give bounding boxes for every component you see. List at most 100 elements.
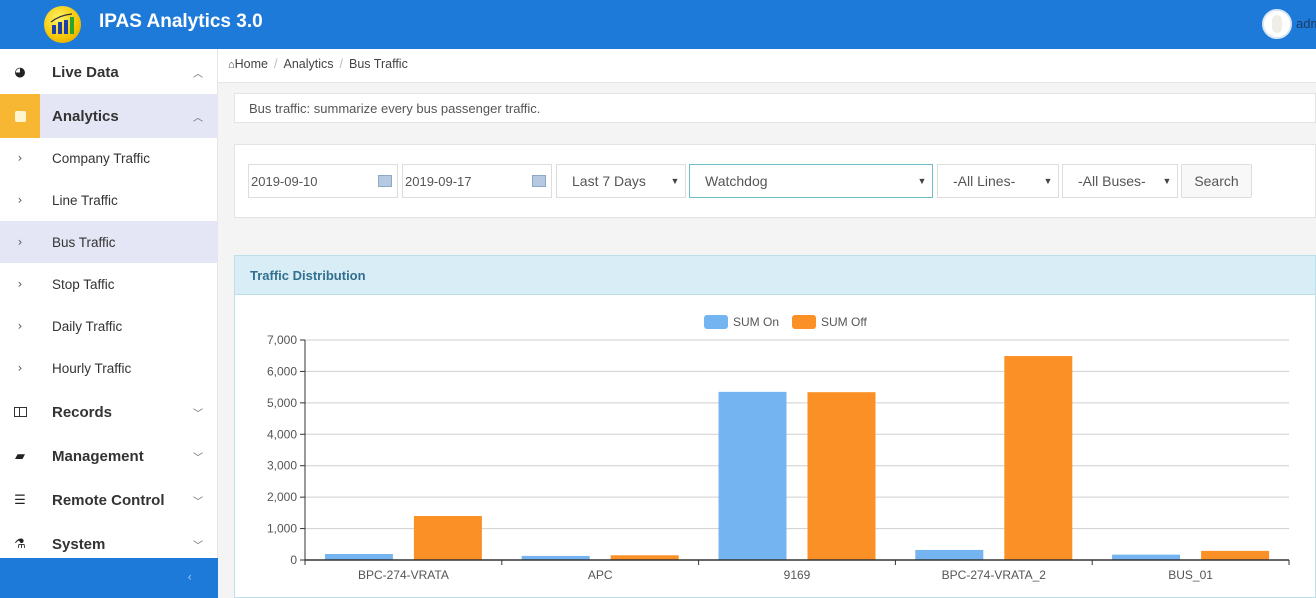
home-icon: ⌂ bbox=[228, 59, 235, 71]
y-tick-label: 4,000 bbox=[267, 427, 297, 441]
divider bbox=[218, 82, 1316, 83]
sidebar-group-live-data[interactable]: ◕ Live Data ︿ bbox=[0, 50, 218, 94]
legend-label: SUM On bbox=[733, 315, 779, 329]
caret-down-icon: ▼ bbox=[1162, 176, 1172, 186]
company-select[interactable]: Watchdog ▼ bbox=[689, 164, 933, 198]
sidebar-group-label: Records bbox=[52, 403, 113, 421]
x-tick-label: BPC-274-VRATA_2 bbox=[942, 568, 1047, 582]
chevron-right-icon: › bbox=[17, 193, 23, 207]
list-icon: ☰ bbox=[14, 492, 26, 508]
legend-label: SUM Off bbox=[821, 315, 867, 329]
bar-sum-off bbox=[1201, 550, 1270, 560]
breadcrumb-analytics[interactable]: Analytics bbox=[283, 57, 333, 71]
x-tick-label: BPC-274-VRATA bbox=[358, 568, 449, 582]
sidebar-collapse-button[interactable]: ‹ bbox=[0, 558, 218, 598]
chevron-right-icon: › bbox=[17, 277, 23, 291]
sidebar-item-label: Company Traffic bbox=[52, 150, 151, 166]
sidebar-group-label: Analytics bbox=[52, 107, 119, 125]
sidebar-item-label: Daily Traffic bbox=[52, 318, 123, 334]
app-title: IPAS Analytics 3.0 bbox=[99, 11, 263, 32]
chevron-right-icon: › bbox=[17, 151, 23, 165]
bar-chart: 0 1,000 2,000 3,000 4,000 5,000 6,000 7,000 BPC… bbox=[267, 315, 1290, 582]
y-tick-label: 0 bbox=[290, 553, 297, 567]
search-button[interactable]: Search bbox=[1181, 164, 1252, 198]
sidebar-item-daily-traffic[interactable]: › Daily Traffic bbox=[0, 305, 218, 347]
bar-sum-on bbox=[718, 391, 787, 560]
sidebar-group-label: Remote Control bbox=[52, 491, 165, 509]
chart-legend: SUM On SUM Off bbox=[704, 315, 867, 329]
company-value: Watchdog bbox=[705, 173, 768, 189]
chart-gridlines bbox=[305, 339, 1289, 530]
book-icon: ▰ bbox=[15, 448, 25, 464]
y-axis-ticks: 0 1,000 2,000 3,000 4,000 5,000 6,000 7,000 bbox=[267, 333, 306, 567]
caret-down-icon: ▼ bbox=[670, 176, 680, 186]
x-tick-label: APC bbox=[588, 568, 613, 582]
calendar-icon[interactable] bbox=[378, 175, 392, 187]
sidebar-group-management[interactable]: ▰ Management ﹀ bbox=[0, 434, 218, 478]
legend-swatch bbox=[792, 315, 816, 329]
breadcrumb-current: Bus Traffic bbox=[349, 57, 408, 71]
description-text: Bus traffic: summarize every bus passeng… bbox=[249, 101, 541, 116]
sidebar-item-label: Hourly Traffic bbox=[52, 360, 132, 376]
chevron-right-icon: › bbox=[17, 319, 23, 333]
panel-title: Traffic Distribution bbox=[250, 268, 366, 283]
top-navbar: IPAS Analytics 3.0 admin bbox=[0, 0, 1316, 49]
chart-bars bbox=[324, 356, 1270, 560]
chevron-down-icon: ﹀ bbox=[193, 540, 203, 552]
legend-swatch bbox=[704, 315, 728, 329]
edit-icon bbox=[0, 94, 40, 138]
calendar-icon[interactable] bbox=[532, 175, 546, 187]
user-name[interactable]: admin bbox=[1296, 16, 1316, 31]
range-select[interactable]: Last 7 Days ▼ bbox=[556, 164, 686, 198]
line-select[interactable]: -All Lines- ▼ bbox=[937, 164, 1059, 198]
x-axis: BPC-274-VRATA APC 9169 BPC-274-VRATA_2 BUS_0… bbox=[304, 559, 1290, 582]
y-tick-label: 7,000 bbox=[267, 333, 297, 347]
chevron-down-icon: ﹀ bbox=[193, 408, 203, 420]
bar-sum-on bbox=[1112, 554, 1181, 560]
bar-sum-on bbox=[324, 554, 393, 560]
breadcrumb-home-label: Home bbox=[234, 57, 268, 71]
start-date-input[interactable]: 2019-09-10 bbox=[248, 164, 398, 198]
line-value: -All Lines- bbox=[953, 173, 1016, 189]
start-date-value: 2019-09-10 bbox=[251, 173, 318, 189]
bar-sum-off bbox=[1004, 356, 1073, 560]
y-tick-label: 1,000 bbox=[267, 522, 297, 536]
dashboard-icon: ◕ bbox=[14, 64, 26, 80]
x-tick-label: BUS_01 bbox=[1168, 568, 1213, 582]
end-date-value: 2019-09-17 bbox=[405, 173, 472, 189]
caret-down-icon: ▼ bbox=[1043, 176, 1053, 186]
bus-value: -All Buses- bbox=[1078, 173, 1146, 189]
sidebar-item-line-traffic[interactable]: › Line Traffic bbox=[0, 179, 218, 221]
sidebar-group-remote-control[interactable]: ☰ Remote Control ﹀ bbox=[0, 478, 218, 522]
sidebar-item-hourly-traffic[interactable]: › Hourly Traffic bbox=[0, 347, 218, 389]
columns-icon bbox=[0, 390, 40, 434]
sidebar-group-label: Management bbox=[52, 447, 144, 465]
y-tick-label: 2,000 bbox=[267, 490, 297, 504]
sidebar: ◕ Live Data ︿ Analytics ︿ › Company Traf… bbox=[0, 49, 218, 598]
caret-down-icon: ▼ bbox=[917, 176, 927, 186]
sidebar-item-label: Stop Taffic bbox=[52, 276, 115, 292]
y-tick-label: 5,000 bbox=[267, 396, 297, 410]
sidebar-item-bus-traffic[interactable]: › Bus Traffic bbox=[0, 221, 218, 263]
sidebar-item-company-traffic[interactable]: › Company Traffic bbox=[0, 137, 218, 179]
chevron-left-icon: ‹ bbox=[187, 570, 192, 584]
app-logo-icon[interactable] bbox=[44, 6, 81, 43]
sidebar-group-label: System bbox=[52, 535, 106, 553]
sidebar-item-stop-traffic[interactable]: › Stop Taffic bbox=[0, 263, 218, 305]
y-tick-label: 3,000 bbox=[267, 459, 297, 473]
bar-sum-off bbox=[413, 516, 482, 560]
sidebar-group-analytics[interactable]: Analytics ︿ bbox=[0, 94, 218, 138]
bar-sum-off bbox=[807, 392, 876, 560]
chevron-down-icon: ﹀ bbox=[193, 452, 203, 464]
sidebar-group-label: Live Data bbox=[52, 63, 119, 81]
breadcrumb-home[interactable]: ⌂Home bbox=[228, 57, 268, 71]
user-avatar-icon[interactable] bbox=[1262, 9, 1292, 39]
breadcrumb: ⌂Home / Analytics / Bus Traffic bbox=[228, 57, 408, 71]
chevron-up-icon: ︿ bbox=[193, 112, 203, 124]
sidebar-group-records[interactable]: Records ﹀ bbox=[0, 390, 218, 434]
end-date-input[interactable]: 2019-09-17 bbox=[402, 164, 552, 198]
breadcrumb-separator: / bbox=[274, 57, 278, 71]
bus-select[interactable]: -All Buses- ▼ bbox=[1062, 164, 1178, 198]
page-description: Bus traffic: summarize every bus passeng… bbox=[234, 93, 1316, 123]
sidebar-item-label: Line Traffic bbox=[52, 192, 118, 208]
